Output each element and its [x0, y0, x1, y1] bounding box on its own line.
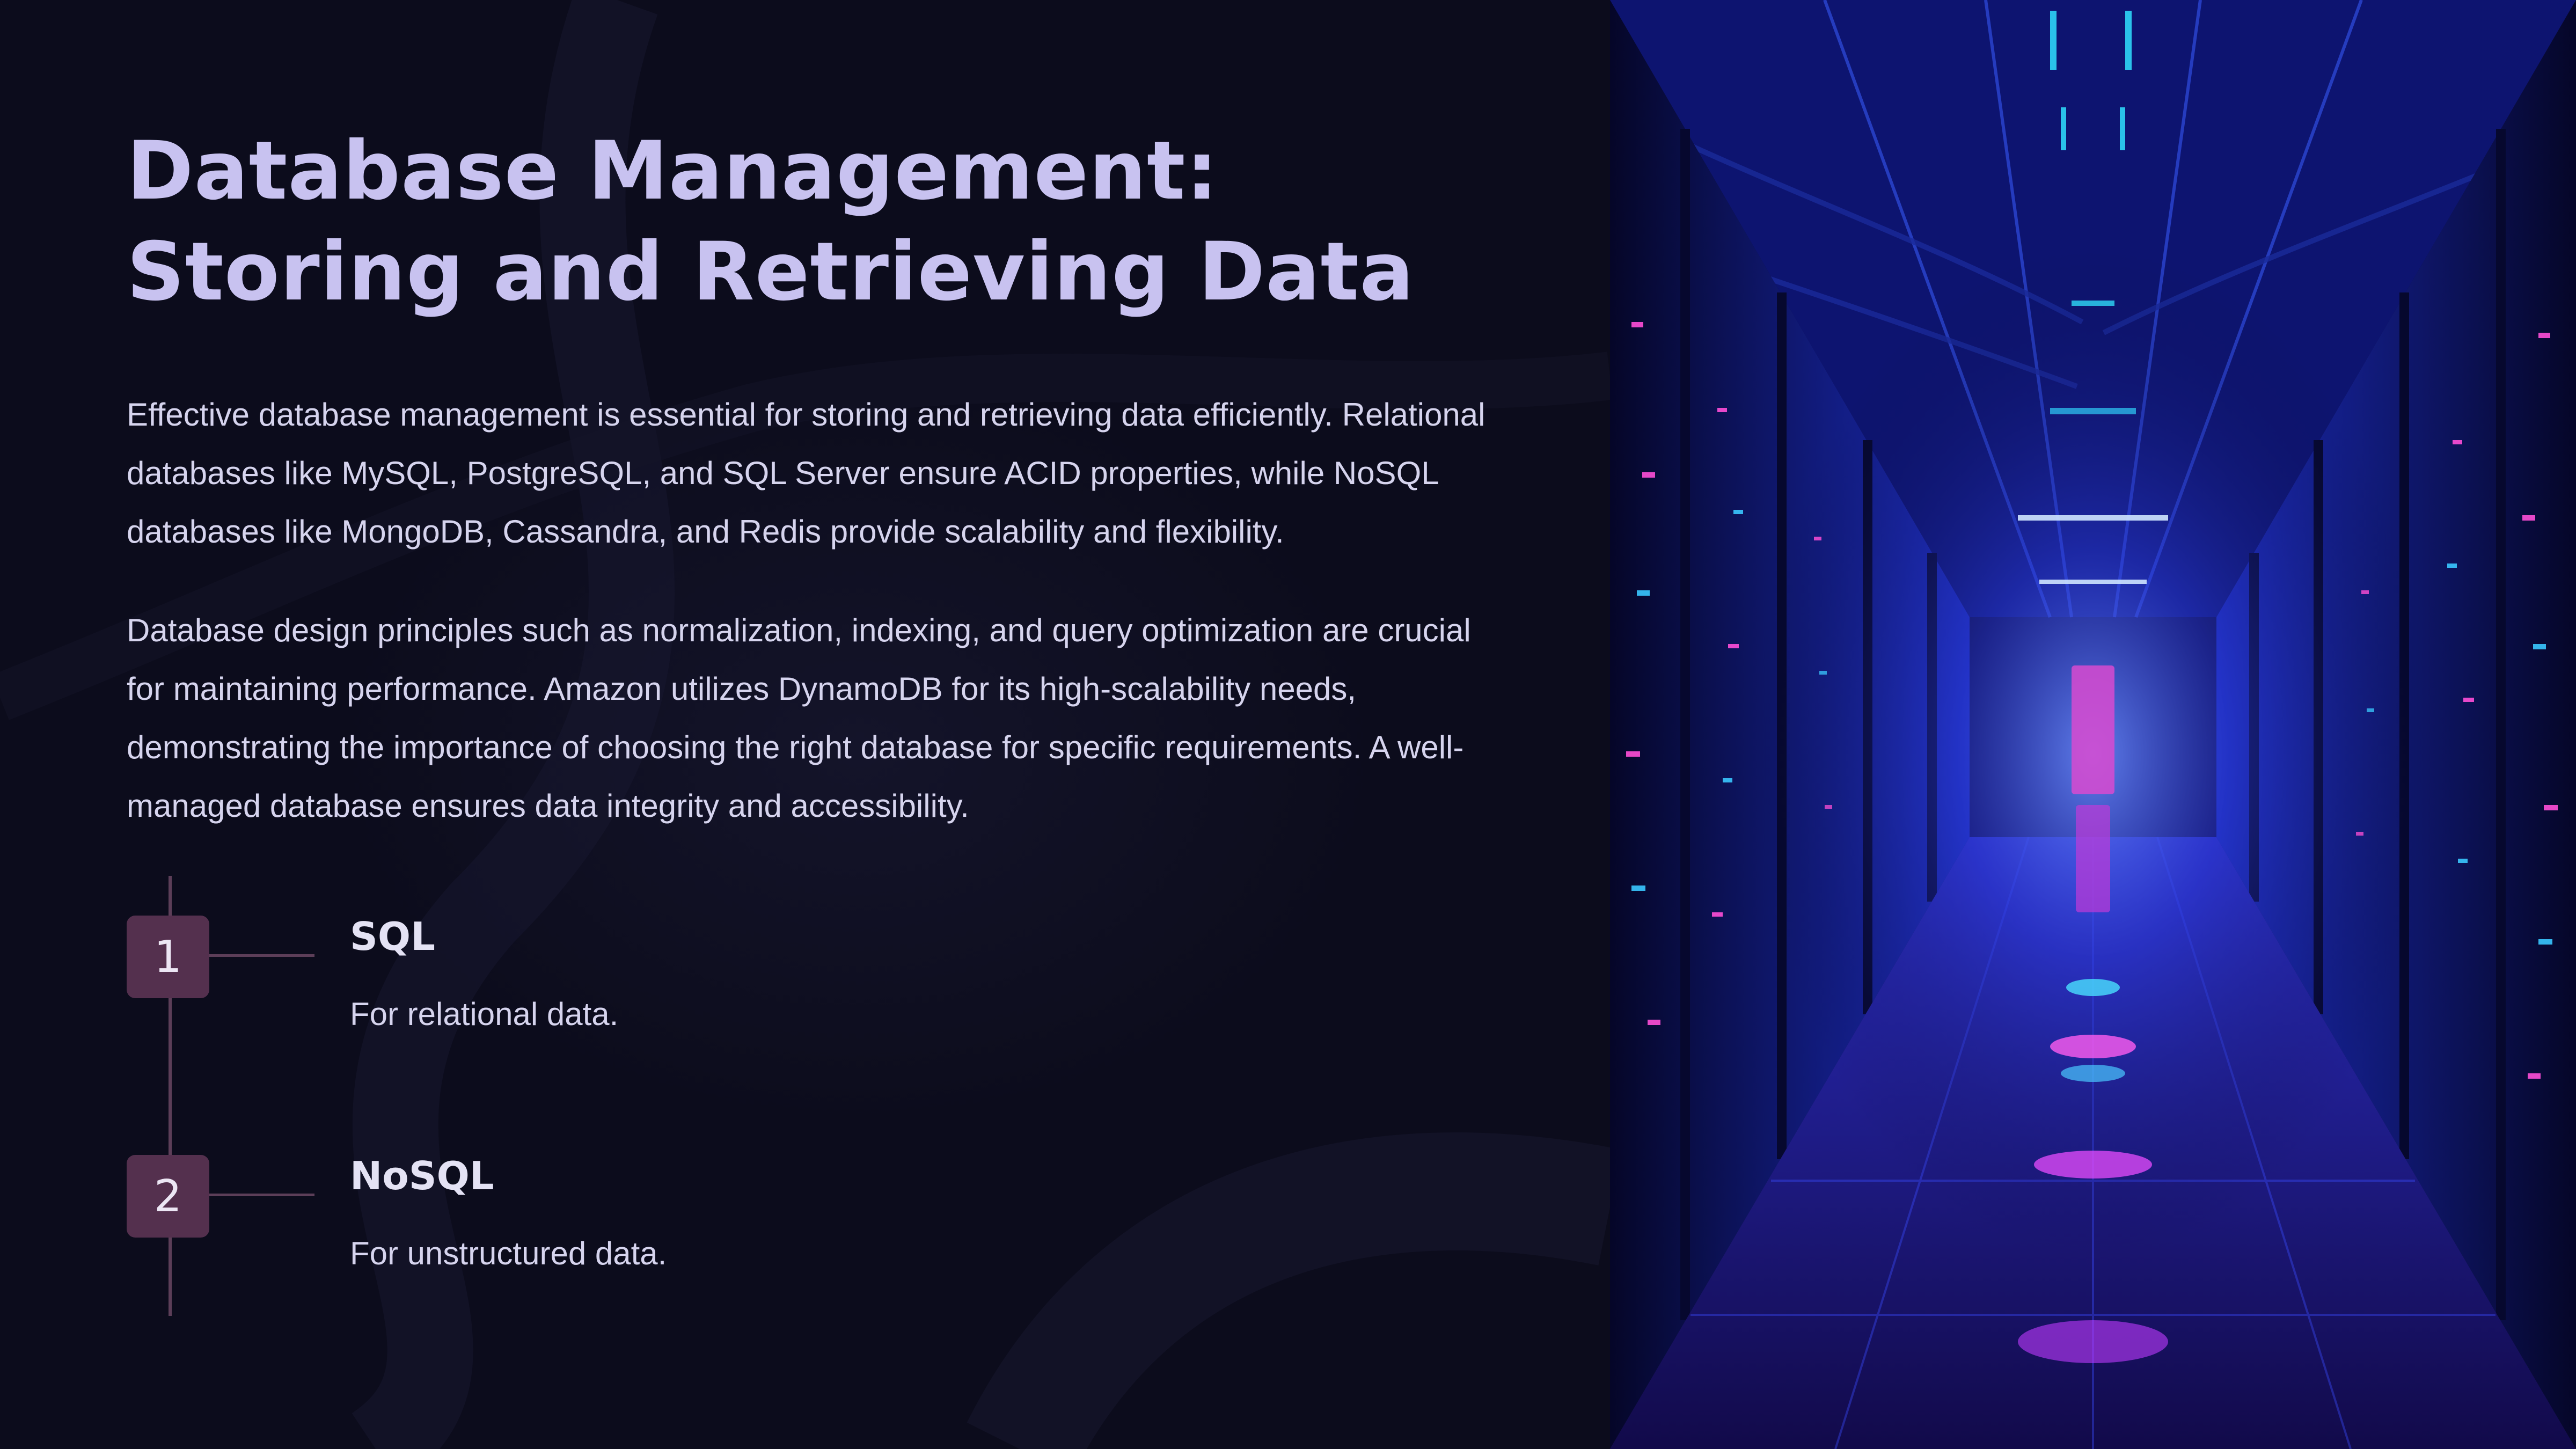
server-room-image — [1610, 0, 2576, 1449]
step-connector-2 — [209, 1194, 314, 1196]
design-paragraph: Database design principles such as norma… — [127, 612, 1471, 824]
slide-title: Database Management: Storing and Retriev… — [127, 125, 1415, 319]
step-marker-2: 2 — [127, 1155, 209, 1238]
step-description-nosql: For unstructured data. — [350, 1235, 667, 1271]
step-title-sql: SQL — [350, 914, 435, 959]
intro-paragraph: Effective database management is essenti… — [127, 397, 1485, 550]
step-connector-1 — [209, 954, 314, 957]
step-description-sql: For relational data. — [350, 996, 619, 1032]
step-title-nosql: NoSQL — [350, 1153, 494, 1198]
step-marker-1: 1 — [127, 916, 209, 998]
content-panel: Database Management: Storing and Retriev… — [0, 0, 1610, 1449]
slide: Database Management: Storing and Retriev… — [0, 0, 2576, 1449]
